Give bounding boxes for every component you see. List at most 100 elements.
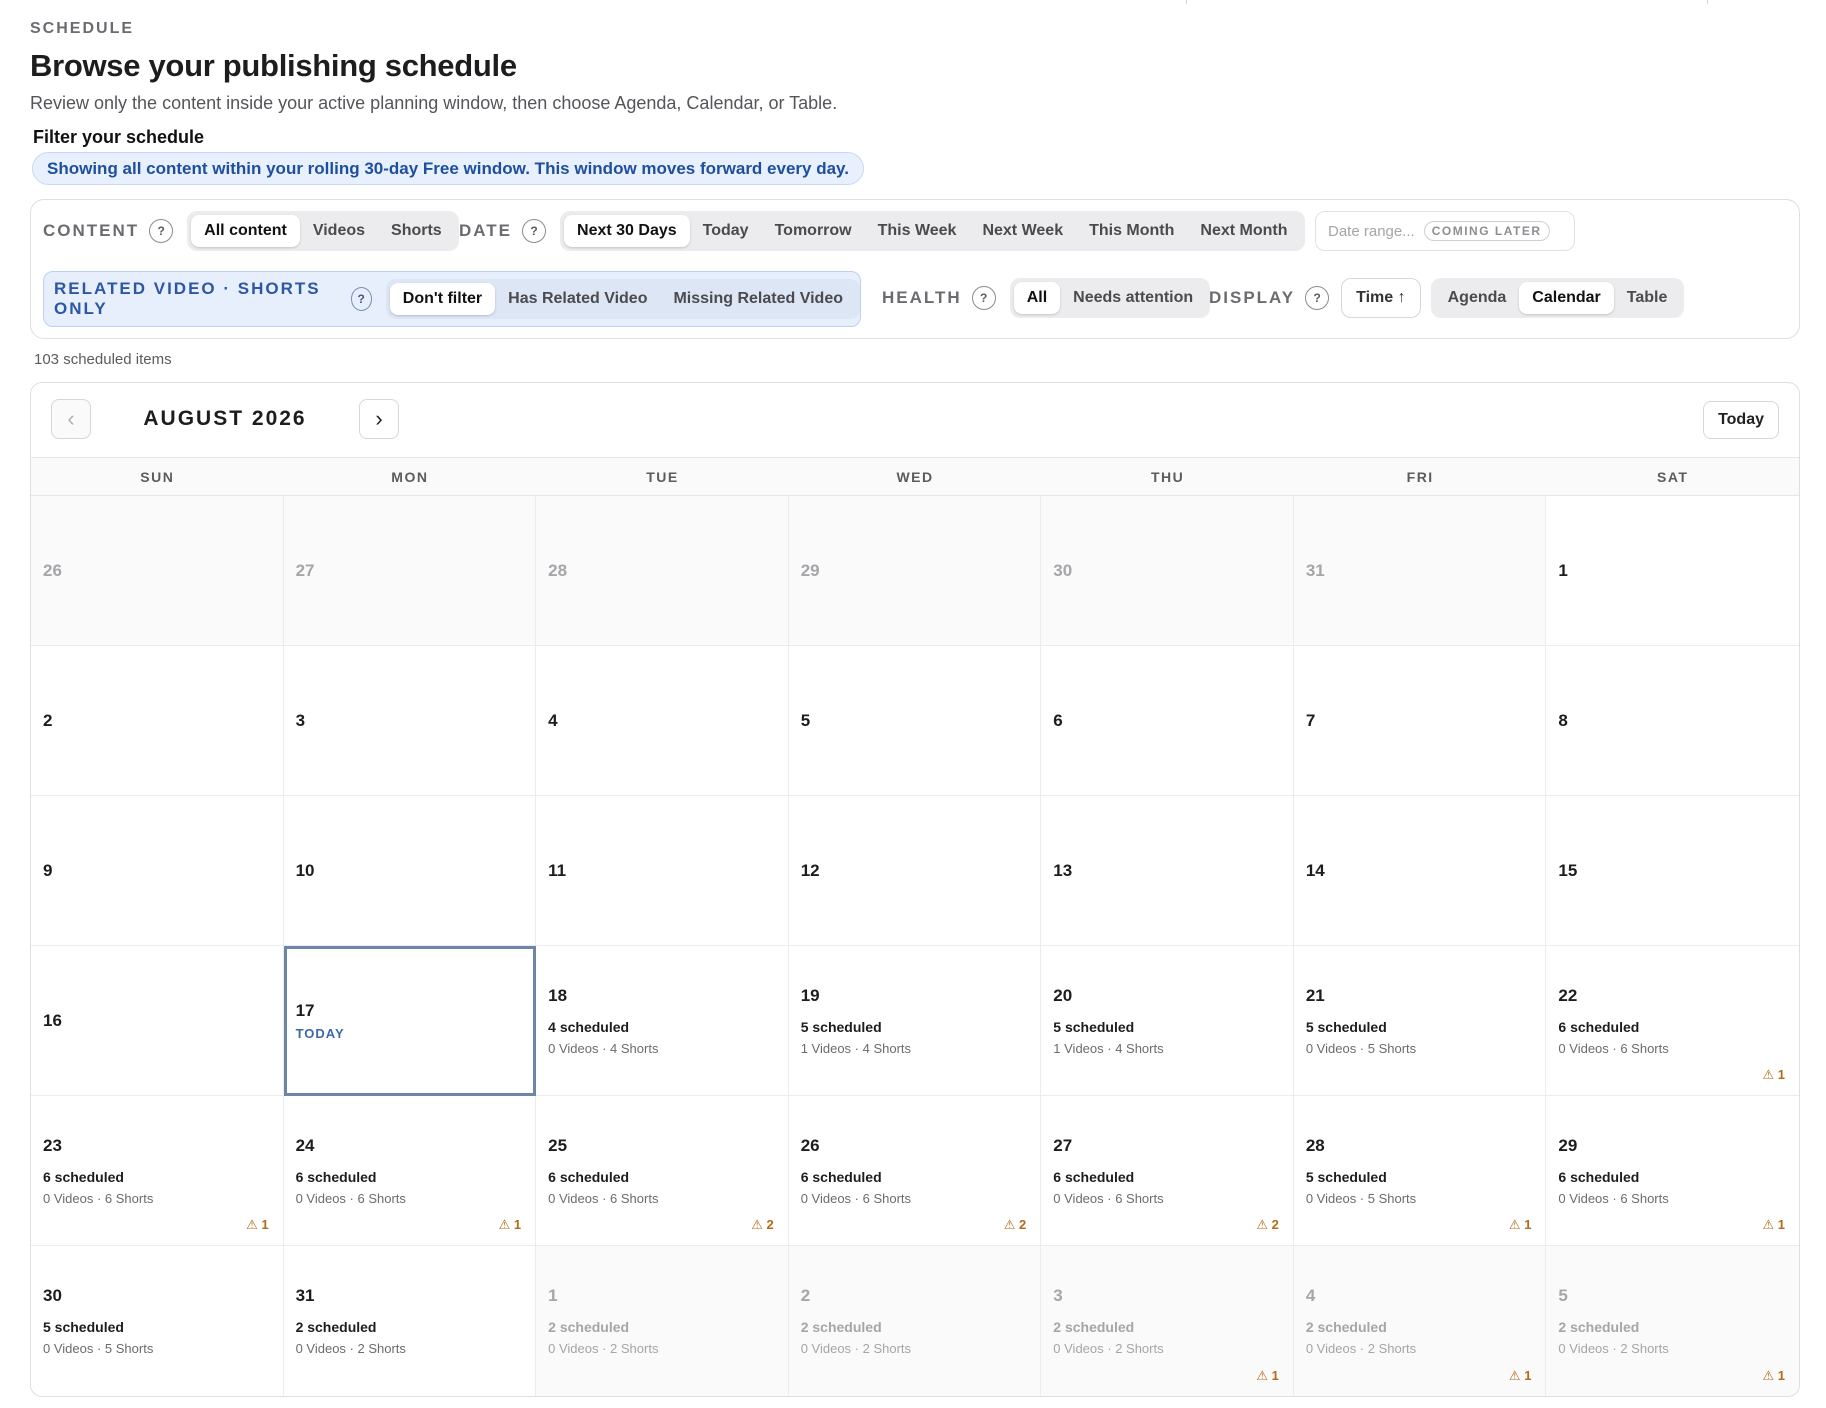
calendar-day[interactable]: 5 2 scheduled 0 Videos · 2 Shorts ⚠ 1: [1546, 1246, 1799, 1396]
help-icon[interactable]: ?: [350, 287, 372, 311]
calendar-day[interactable]: 9: [31, 796, 284, 946]
calendar-day[interactable]: 30 5 scheduled 0 Videos · 5 Shorts: [31, 1246, 284, 1396]
content-option-all[interactable]: All content: [191, 215, 300, 247]
sort-time-button[interactable]: Time ↑: [1341, 278, 1421, 318]
display-option-calendar[interactable]: Calendar: [1519, 282, 1614, 314]
content-filter: CONTENT ? All content Videos Shorts: [43, 211, 459, 251]
calendar-day[interactable]: 6: [1041, 646, 1294, 796]
warning-icon[interactable]: ⚠ 1: [1509, 1368, 1532, 1384]
calendar-day[interactable]: 18 4 scheduled 0 Videos · 4 Shorts: [536, 946, 789, 1096]
scheduled-count-label: 6 scheduled: [1558, 1018, 1640, 1035]
calendar-day[interactable]: 11: [536, 796, 789, 946]
calendar-day[interactable]: 1: [1546, 496, 1799, 646]
calendar-day[interactable]: 22 6 scheduled 0 Videos · 6 Shorts ⚠ 1: [1546, 946, 1799, 1096]
calendar-day[interactable]: 2: [31, 646, 284, 796]
calendar-day[interactable]: 12: [788, 796, 1042, 946]
warning-icon[interactable]: ⚠ 1: [1762, 1368, 1785, 1384]
day-number: 30: [1053, 560, 1073, 580]
calendar-day[interactable]: 3 2 scheduled 0 Videos · 2 Shorts ⚠ 1: [1041, 1246, 1294, 1396]
previous-month-button[interactable]: ‹: [51, 399, 91, 439]
calendar-day[interactable]: 29 6 scheduled 0 Videos · 6 Shorts ⚠ 1: [1546, 1096, 1799, 1246]
date-range-input[interactable]: Date range... COMING LATER: [1315, 211, 1575, 251]
warning-icon[interactable]: ⚠ 1: [1762, 1067, 1785, 1083]
calendar-day[interactable]: 14: [1293, 796, 1547, 946]
help-icon[interactable]: ?: [1305, 286, 1330, 310]
calendar-day[interactable]: 7: [1293, 646, 1547, 796]
date-option-tomorrow[interactable]: Tomorrow: [762, 215, 865, 247]
date-option-this-week[interactable]: This Week: [865, 215, 970, 247]
help-icon[interactable]: ?: [149, 219, 174, 243]
calendar-day[interactable]: 25 6 scheduled 0 Videos · 6 Shorts ⚠ 2: [536, 1096, 789, 1246]
calendar-day[interactable]: 24 6 scheduled 0 Videos · 6 Shorts ⚠ 1: [283, 1096, 537, 1246]
calendar-day[interactable]: 15: [1546, 796, 1799, 946]
health-filter-label: HEALTH: [882, 288, 962, 307]
window-banner: Showing all content within your rolling …: [32, 152, 864, 185]
calendar-day[interactable]: 4 2 scheduled 0 Videos · 2 Shorts ⚠ 1: [1293, 1246, 1547, 1396]
calendar-day[interactable]: 21 5 scheduled 0 Videos · 5 Shorts: [1293, 946, 1547, 1096]
date-option-next-month[interactable]: Next Month: [1187, 215, 1300, 247]
calendar-day[interactable]: 10: [283, 796, 537, 946]
page-title: Browse your publishing schedule: [30, 48, 517, 83]
calendar-day[interactable]: 3: [283, 646, 537, 796]
content-option-shorts[interactable]: Shorts: [378, 215, 455, 247]
calendar-day[interactable]: 13: [1041, 796, 1294, 946]
related-video-label: RELATED VIDEO · SHORTS ONLY: [54, 279, 321, 318]
calendar-day[interactable]: 31: [1293, 496, 1547, 646]
calendar-day-content: 8: [1558, 711, 1787, 731]
help-icon[interactable]: ?: [522, 219, 547, 243]
calendar-day[interactable]: 4: [536, 646, 789, 796]
calendar-day[interactable]: 20 5 scheduled 1 Videos · 4 Shorts: [1041, 946, 1294, 1096]
today-button[interactable]: Today: [1703, 401, 1779, 439]
warning-icon[interactable]: ⚠ 2: [751, 1217, 774, 1233]
calendar-day[interactable]: 17 TODAY: [283, 946, 537, 1096]
display-option-table[interactable]: Table: [1614, 282, 1681, 314]
warning-icon[interactable]: ⚠ 1: [1762, 1217, 1785, 1233]
date-option-next-week[interactable]: Next Week: [969, 215, 1076, 247]
calendar-day[interactable]: 29: [788, 496, 1042, 646]
calendar-day[interactable]: 26 6 scheduled 0 Videos · 6 Shorts ⚠ 2: [788, 1096, 1042, 1246]
calendar-day[interactable]: 8: [1546, 646, 1799, 796]
health-option-all[interactable]: All: [1013, 282, 1061, 314]
content-breakdown: 0 Videos · 6 Shorts: [295, 1190, 406, 1206]
calendar-day-content: 29: [801, 561, 1029, 581]
health-option-needs-attention[interactable]: Needs attention: [1060, 282, 1206, 314]
next-month-button[interactable]: ›: [359, 399, 399, 439]
calendar-day[interactable]: 27 6 scheduled 0 Videos · 6 Shorts ⚠ 2: [1041, 1096, 1294, 1246]
related-option-has-related[interactable]: Has Related Video: [495, 283, 660, 315]
calendar-day[interactable]: 28 5 scheduled 0 Videos · 5 Shorts ⚠ 1: [1293, 1096, 1547, 1246]
calendar-day[interactable]: 23 6 scheduled 0 Videos · 6 Shorts ⚠ 1: [31, 1096, 284, 1246]
related-option-dont-filter[interactable]: Don't filter: [389, 283, 496, 315]
day-number: 5: [800, 710, 811, 730]
calendar-day[interactable]: 27: [283, 496, 537, 646]
calendar-day[interactable]: 2 2 scheduled 0 Videos · 2 Shorts: [788, 1246, 1042, 1396]
warning-icon[interactable]: ⚠ 2: [1004, 1217, 1027, 1233]
warning-icon[interactable]: ⚠ 2: [1256, 1217, 1279, 1233]
warning-icon[interactable]: ⚠ 1: [1509, 1217, 1532, 1233]
calendar-day-content: 7: [1306, 711, 1534, 731]
calendar-day[interactable]: 5: [788, 646, 1042, 796]
related-option-missing-related[interactable]: Missing Related Video: [660, 283, 856, 315]
day-number: 11: [548, 860, 567, 880]
display-option-agenda[interactable]: Agenda: [1435, 282, 1520, 314]
warning-icon[interactable]: ⚠ 1: [1256, 1368, 1279, 1384]
day-number: 26: [800, 1135, 820, 1155]
calendar-day[interactable]: 30: [1041, 496, 1294, 646]
calendar-day-content: 1 2 scheduled 0 Videos · 2 Shorts: [548, 1286, 776, 1356]
date-option-next-30-days[interactable]: Next 30 Days: [564, 215, 690, 247]
warning-icon[interactable]: ⚠ 1: [499, 1217, 522, 1233]
calendar-day[interactable]: 31 2 scheduled 0 Videos · 2 Shorts: [283, 1246, 537, 1396]
date-option-this-month[interactable]: This Month: [1076, 215, 1187, 247]
date-option-today[interactable]: Today: [690, 215, 762, 247]
scheduled-count-label: 2 scheduled: [295, 1319, 377, 1335]
calendar-day[interactable]: 1 2 scheduled 0 Videos · 2 Shorts: [536, 1246, 789, 1396]
calendar-day[interactable]: 26: [31, 496, 284, 646]
content-breakdown: 0 Videos · 6 Shorts: [43, 1190, 154, 1206]
warning-icon[interactable]: ⚠ 1: [246, 1217, 269, 1233]
day-number: 29: [800, 560, 820, 580]
help-icon[interactable]: ?: [971, 286, 996, 310]
calendar-day[interactable]: 19 5 scheduled 1 Videos · 4 Shorts: [788, 946, 1042, 1096]
calendar-day[interactable]: 28: [536, 496, 789, 646]
content-option-videos[interactable]: Videos: [300, 215, 378, 247]
coming-later-badge: COMING LATER: [1423, 221, 1550, 241]
calendar-day[interactable]: 16: [31, 946, 284, 1096]
